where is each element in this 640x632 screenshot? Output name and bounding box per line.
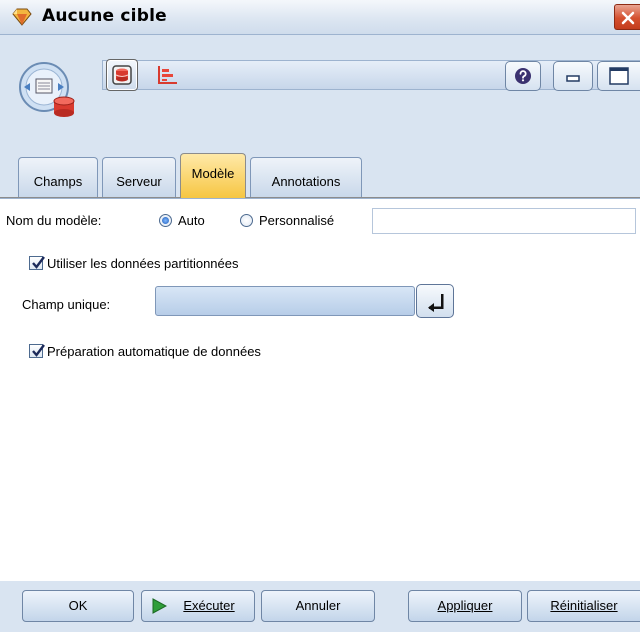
unique-field-label: Champ unique: [22, 297, 111, 312]
use-partitioned-label: Utiliser les données partitionnées [47, 256, 239, 271]
model-name-label: Nom du modèle: [6, 213, 102, 228]
field-picker-button[interactable] [416, 284, 454, 318]
reset-label: Réinitialiser [550, 598, 618, 613]
minimize-button[interactable] [553, 61, 593, 91]
help-button[interactable] [505, 61, 541, 91]
button-bar: OK Exécuter Annuler Appliquer Réinitiali… [0, 581, 640, 632]
custom-radio[interactable] [240, 214, 253, 227]
ok-button[interactable]: OK [22, 590, 134, 622]
database-icon [112, 65, 132, 85]
tab-annotations[interactable]: Annotations [250, 157, 362, 197]
field-picker-icon [428, 294, 444, 312]
data-view-button[interactable] [106, 59, 138, 91]
diamond-app-icon [12, 8, 32, 26]
tab-modele[interactable]: Modèle [180, 153, 246, 198]
custom-radio-label: Personnalisé [259, 213, 335, 228]
auto-radio-label: Auto [178, 213, 205, 228]
node-header [0, 35, 640, 132]
auto-prep-checkbox[interactable] [29, 344, 45, 358]
title-bar: Aucune cible [0, 0, 640, 35]
execute-label: Exécuter [183, 598, 235, 613]
close-icon [621, 11, 635, 25]
checkmark-icon [32, 256, 45, 269]
node-model-icon [19, 62, 75, 117]
play-icon [152, 598, 167, 614]
auto-prep-label: Préparation automatique de données [47, 344, 261, 359]
minimize-icon [566, 75, 580, 82]
help-icon [515, 68, 531, 84]
model-panel: Nom du modèle: Auto Personnalisé Utilise… [0, 198, 640, 582]
unique-field-select[interactable] [155, 286, 415, 316]
graph-view-button[interactable] [152, 59, 184, 91]
auto-radio[interactable] [159, 214, 172, 227]
maximize-icon [609, 67, 629, 85]
reset-button[interactable]: Réinitialiser [527, 590, 640, 622]
model-name-input[interactable] [372, 208, 636, 234]
checkmark-icon [32, 344, 45, 357]
tab-serveur[interactable]: Serveur [102, 157, 176, 197]
cancel-button[interactable]: Annuler [261, 590, 375, 622]
use-partitioned-checkbox[interactable] [29, 256, 45, 270]
tab-champs[interactable]: Champs [18, 157, 98, 197]
execute-button[interactable]: Exécuter [141, 590, 255, 622]
maximize-button[interactable] [597, 61, 640, 91]
chart-icon [158, 66, 177, 84]
close-button[interactable] [614, 4, 640, 30]
window-title: Aucune cible [42, 6, 167, 26]
apply-label: Appliquer [437, 598, 493, 613]
apply-button[interactable]: Appliquer [408, 590, 522, 622]
